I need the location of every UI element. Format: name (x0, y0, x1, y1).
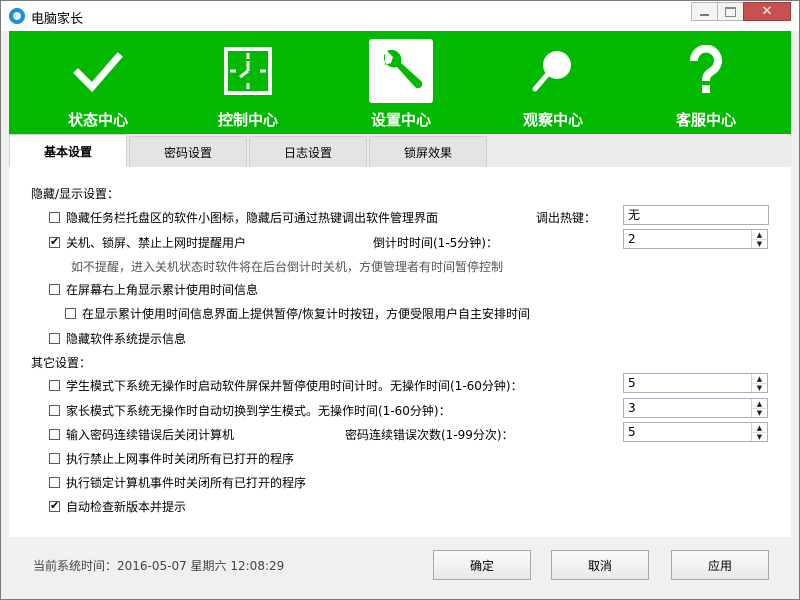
student-idle-label: 学生模式下系统无操作时启动软件屏保并暂停使用时间计时。无操作时间(1-60分钟)… (66, 379, 523, 393)
show-usage-time-option[interactable]: 在屏幕右上角显示累计使用时间信息 (49, 281, 258, 298)
minimize-icon (700, 13, 709, 16)
countdown-spinner[interactable]: 2 ▲ ▼ (623, 229, 768, 249)
clock-icon (216, 39, 280, 103)
countdown-value: 2 (628, 232, 636, 246)
nav-label: 设置中心 (370, 111, 431, 129)
student-idle-spinner[interactable]: 5 ▲ ▼ (623, 373, 768, 393)
app-window: 电脑家长 ✕ 状态中心 控制中心 设置中心 观察中心 客服中心 基本设置 密码设… (0, 0, 800, 600)
shutdown-remind-label: 关机、锁屏、禁止上网时提醒用户 (66, 236, 247, 250)
hide-tray-icon-checkbox[interactable] (49, 212, 60, 223)
tab-log-settings[interactable]: 日志设置 (249, 136, 367, 167)
section-title-hide-show: 隐藏/显示设置： (31, 187, 120, 201)
tab-basic-settings[interactable]: 基本设置 (9, 134, 127, 167)
hide-system-tips-label: 隐藏软件系统提示信息 (66, 332, 187, 346)
parent-idle-value: 3 (628, 401, 636, 415)
show-pause-button-checkbox[interactable] (65, 308, 76, 319)
tab-lockscreen-effect[interactable]: 锁屏效果 (369, 136, 487, 167)
nav-observe-center[interactable]: 观察中心 (521, 31, 585, 134)
question-icon (674, 39, 738, 103)
student-idle-value: 5 (628, 376, 636, 390)
settings-panel: 隐藏/显示设置： 隐藏任务栏托盘区的软件小图标，隐藏后可通过热键调出软件管理界面… (9, 167, 791, 537)
wrong-password-option[interactable]: 输入密码连续错误后关闭计算机 (49, 426, 234, 443)
wrong-password-label: 输入密码连续错误后关闭计算机 (66, 428, 235, 442)
hide-system-tips-option[interactable]: 隐藏软件系统提示信息 (49, 330, 186, 347)
nav-label: 观察中心 (522, 111, 583, 129)
nav-label: 客服中心 (675, 111, 736, 129)
shutdown-remind-option[interactable]: 关机、锁屏、禁止上网时提醒用户 (49, 234, 246, 251)
window-title: 电脑家长 (31, 12, 84, 27)
auto-update-label: 自动检查新版本并提示 (66, 500, 187, 514)
wrong-count-value: 5 (628, 425, 636, 439)
show-pause-button-option[interactable]: 在显示累计使用时间信息界面上提供暂停/恢复计时按钮，方便受限用户自主安排时间 (65, 305, 530, 322)
shutdown-remind-checkbox[interactable] (49, 235, 60, 248)
shutdown-hint-text: 如不提醒，进入关机状态时软件将在后台倒计时关机，方便管理者有时间暂停控制 (71, 260, 504, 274)
countdown-label: 倒计时时间(1-5分钟)： (373, 236, 498, 250)
hotkey-label: 调出热键： (536, 211, 597, 225)
close-button[interactable]: ✕ (743, 2, 791, 21)
section-title-other: 其它设置： (31, 356, 92, 370)
close-on-lock-checkbox[interactable] (49, 477, 60, 488)
student-idle-option[interactable]: 学生模式下系统无操作时启动软件屏保并暂停使用时间计时。无操作时间(1-60分钟)… (49, 377, 523, 394)
system-time-text: 当前系统时间：2016-05-07 星期六 12:08:29 (33, 559, 285, 573)
parent-idle-checkbox[interactable] (49, 405, 60, 416)
close-on-lock-option[interactable]: 执行锁定计算机事件时关闭所有已打开的程序 (49, 474, 306, 491)
hotkey-input[interactable]: 无 (623, 205, 769, 225)
wrench-icon (369, 39, 433, 103)
spin-down-icon[interactable]: ▼ (752, 239, 767, 248)
close-icon: ✕ (761, 4, 773, 19)
wrong-count-label: 密码连续错误次数(1-99分次)： (345, 428, 514, 442)
minimize-button[interactable] (691, 2, 717, 21)
spin-down-icon[interactable]: ▼ (752, 408, 767, 417)
wrong-password-checkbox[interactable] (49, 429, 60, 440)
show-usage-time-label: 在屏幕右上角显示累计使用时间信息 (66, 283, 259, 297)
wrong-count-spinner[interactable]: 5 ▲ ▼ (623, 422, 768, 442)
student-idle-checkbox[interactable] (49, 380, 60, 391)
nav-control-center[interactable]: 控制中心 (216, 31, 280, 134)
main-nav-bar: 状态中心 控制中心 设置中心 观察中心 客服中心 (9, 31, 791, 134)
parent-idle-option[interactable]: 家长模式下系统无操作时自动切换到学生模式。无操作时间(1-60分钟)： (49, 402, 451, 419)
hide-system-tips-checkbox[interactable] (49, 333, 60, 344)
parent-idle-label: 家长模式下系统无操作时自动切换到学生模式。无操作时间(1-60分钟)： (66, 404, 451, 418)
show-pause-button-label: 在显示累计使用时间信息界面上提供暂停/恢复计时按钮，方便受限用户自主安排时间 (82, 307, 531, 321)
nav-status-center[interactable]: 状态中心 (66, 31, 130, 134)
auto-update-option[interactable]: 自动检查新版本并提示 (49, 498, 186, 515)
checkmark-icon (66, 39, 130, 103)
apply-button[interactable]: 应用 (671, 550, 769, 580)
close-on-lock-label: 执行锁定计算机事件时关闭所有已打开的程序 (66, 476, 307, 490)
maximize-button[interactable] (717, 2, 743, 21)
spin-down-icon[interactable]: ▼ (752, 383, 767, 392)
nav-settings-center[interactable]: 设置中心 (369, 31, 433, 134)
close-on-block-checkbox[interactable] (49, 453, 60, 464)
show-usage-time-checkbox[interactable] (49, 284, 60, 295)
app-logo-icon (9, 8, 25, 24)
spin-down-icon[interactable]: ▼ (752, 432, 767, 441)
maximize-icon (725, 6, 736, 17)
close-on-block-option[interactable]: 执行禁止上网事件时关闭所有已打开的程序 (49, 450, 294, 467)
hide-tray-icon-label: 隐藏任务栏托盘区的软件小图标，隐藏后可通过热键调出软件管理界面 (66, 211, 439, 225)
cancel-button[interactable]: 取消 (551, 550, 649, 580)
hide-tray-icon-option[interactable]: 隐藏任务栏托盘区的软件小图标，隐藏后可通过热键调出软件管理界面 (49, 209, 438, 226)
tab-password-settings[interactable]: 密码设置 (129, 136, 247, 167)
nav-label: 控制中心 (217, 111, 278, 129)
title-bar[interactable]: 电脑家长 ✕ (1, 1, 799, 31)
parent-idle-spinner[interactable]: 3 ▲ ▼ (623, 398, 768, 418)
close-on-block-label: 执行禁止上网事件时关闭所有已打开的程序 (66, 452, 295, 466)
nav-support-center[interactable]: 客服中心 (674, 31, 738, 134)
settings-tabs: 基本设置 密码设置 日志设置 锁屏效果 (9, 134, 791, 167)
magnifier-icon (521, 39, 585, 103)
ok-button[interactable]: 确定 (433, 550, 531, 580)
nav-label: 状态中心 (67, 111, 128, 129)
auto-update-checkbox[interactable] (49, 499, 60, 512)
